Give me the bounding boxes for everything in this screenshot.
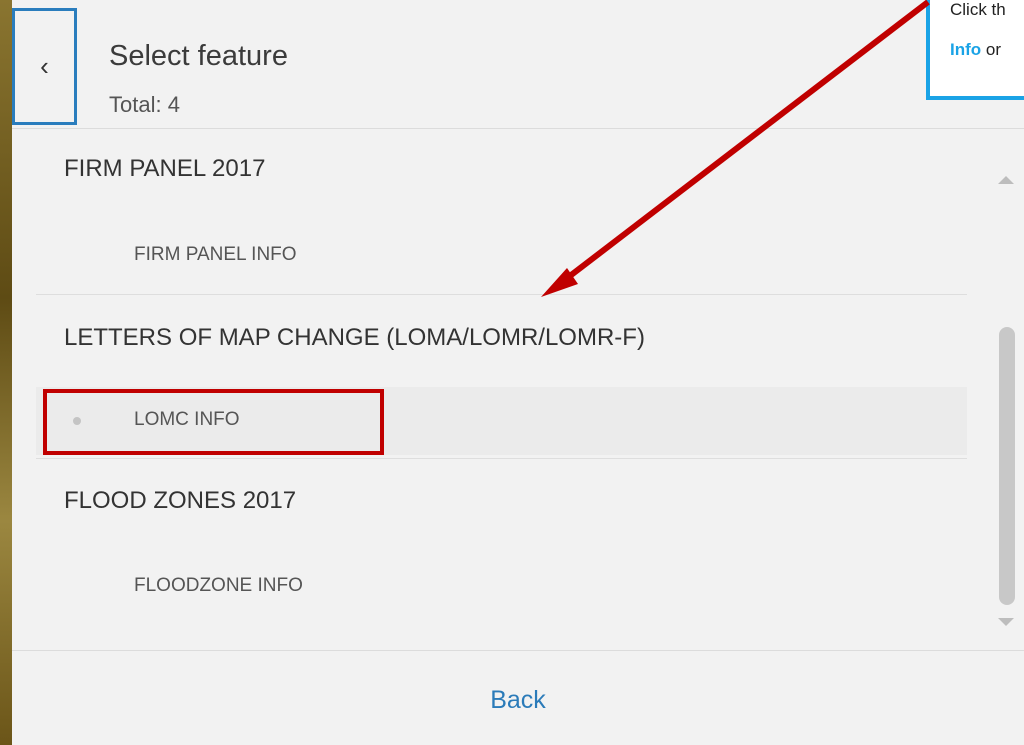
layer-title-firm-panel: FIRM PANEL 2017 [64,155,266,182]
feature-list: FIRM PANEL 2017 FIRM PANEL INFO LETTERS … [12,129,997,649]
panel-title: Select feature [109,40,288,72]
layer-title-flood-zones: FLOOD ZONES 2017 [64,487,297,514]
layer-title-lomc: LETTERS OF MAP CHANGE (LOMA/LOMR/LOMR-F) [64,324,645,351]
list-divider [36,294,967,295]
footer-divider [12,650,1024,651]
feature-item-floodzone-info[interactable]: FLOODZONE INFO [36,553,967,621]
scroll-up-arrow-icon[interactable] [998,176,1014,184]
instruction-callout: Click th Info or [926,0,1024,100]
list-divider [36,458,967,459]
callout-emphasis: Info [950,40,982,59]
back-button[interactable]: Back [12,686,1024,715]
feature-label: FLOODZONE INFO [134,575,303,596]
select-feature-panel: ‹ Select feature Total: 4 FIRM PANEL 201… [12,0,1024,745]
chevron-left-icon: ‹ [40,51,49,81]
feature-total: Total: 4 [109,92,180,117]
highlight-box [43,389,384,455]
back-arrow-button[interactable]: ‹ [12,8,77,125]
feature-label: FIRM PANEL INFO [134,244,297,265]
scrollbar-thumb[interactable] [999,327,1015,605]
callout-text: Click th [950,0,1006,19]
scroll-down-arrow-icon[interactable] [998,618,1014,626]
feature-item-firm-panel-info[interactable]: FIRM PANEL INFO [36,222,967,290]
map-background [0,0,12,745]
callout-rest: or [981,40,1001,59]
callout-text-2: Info or [950,40,1001,60]
